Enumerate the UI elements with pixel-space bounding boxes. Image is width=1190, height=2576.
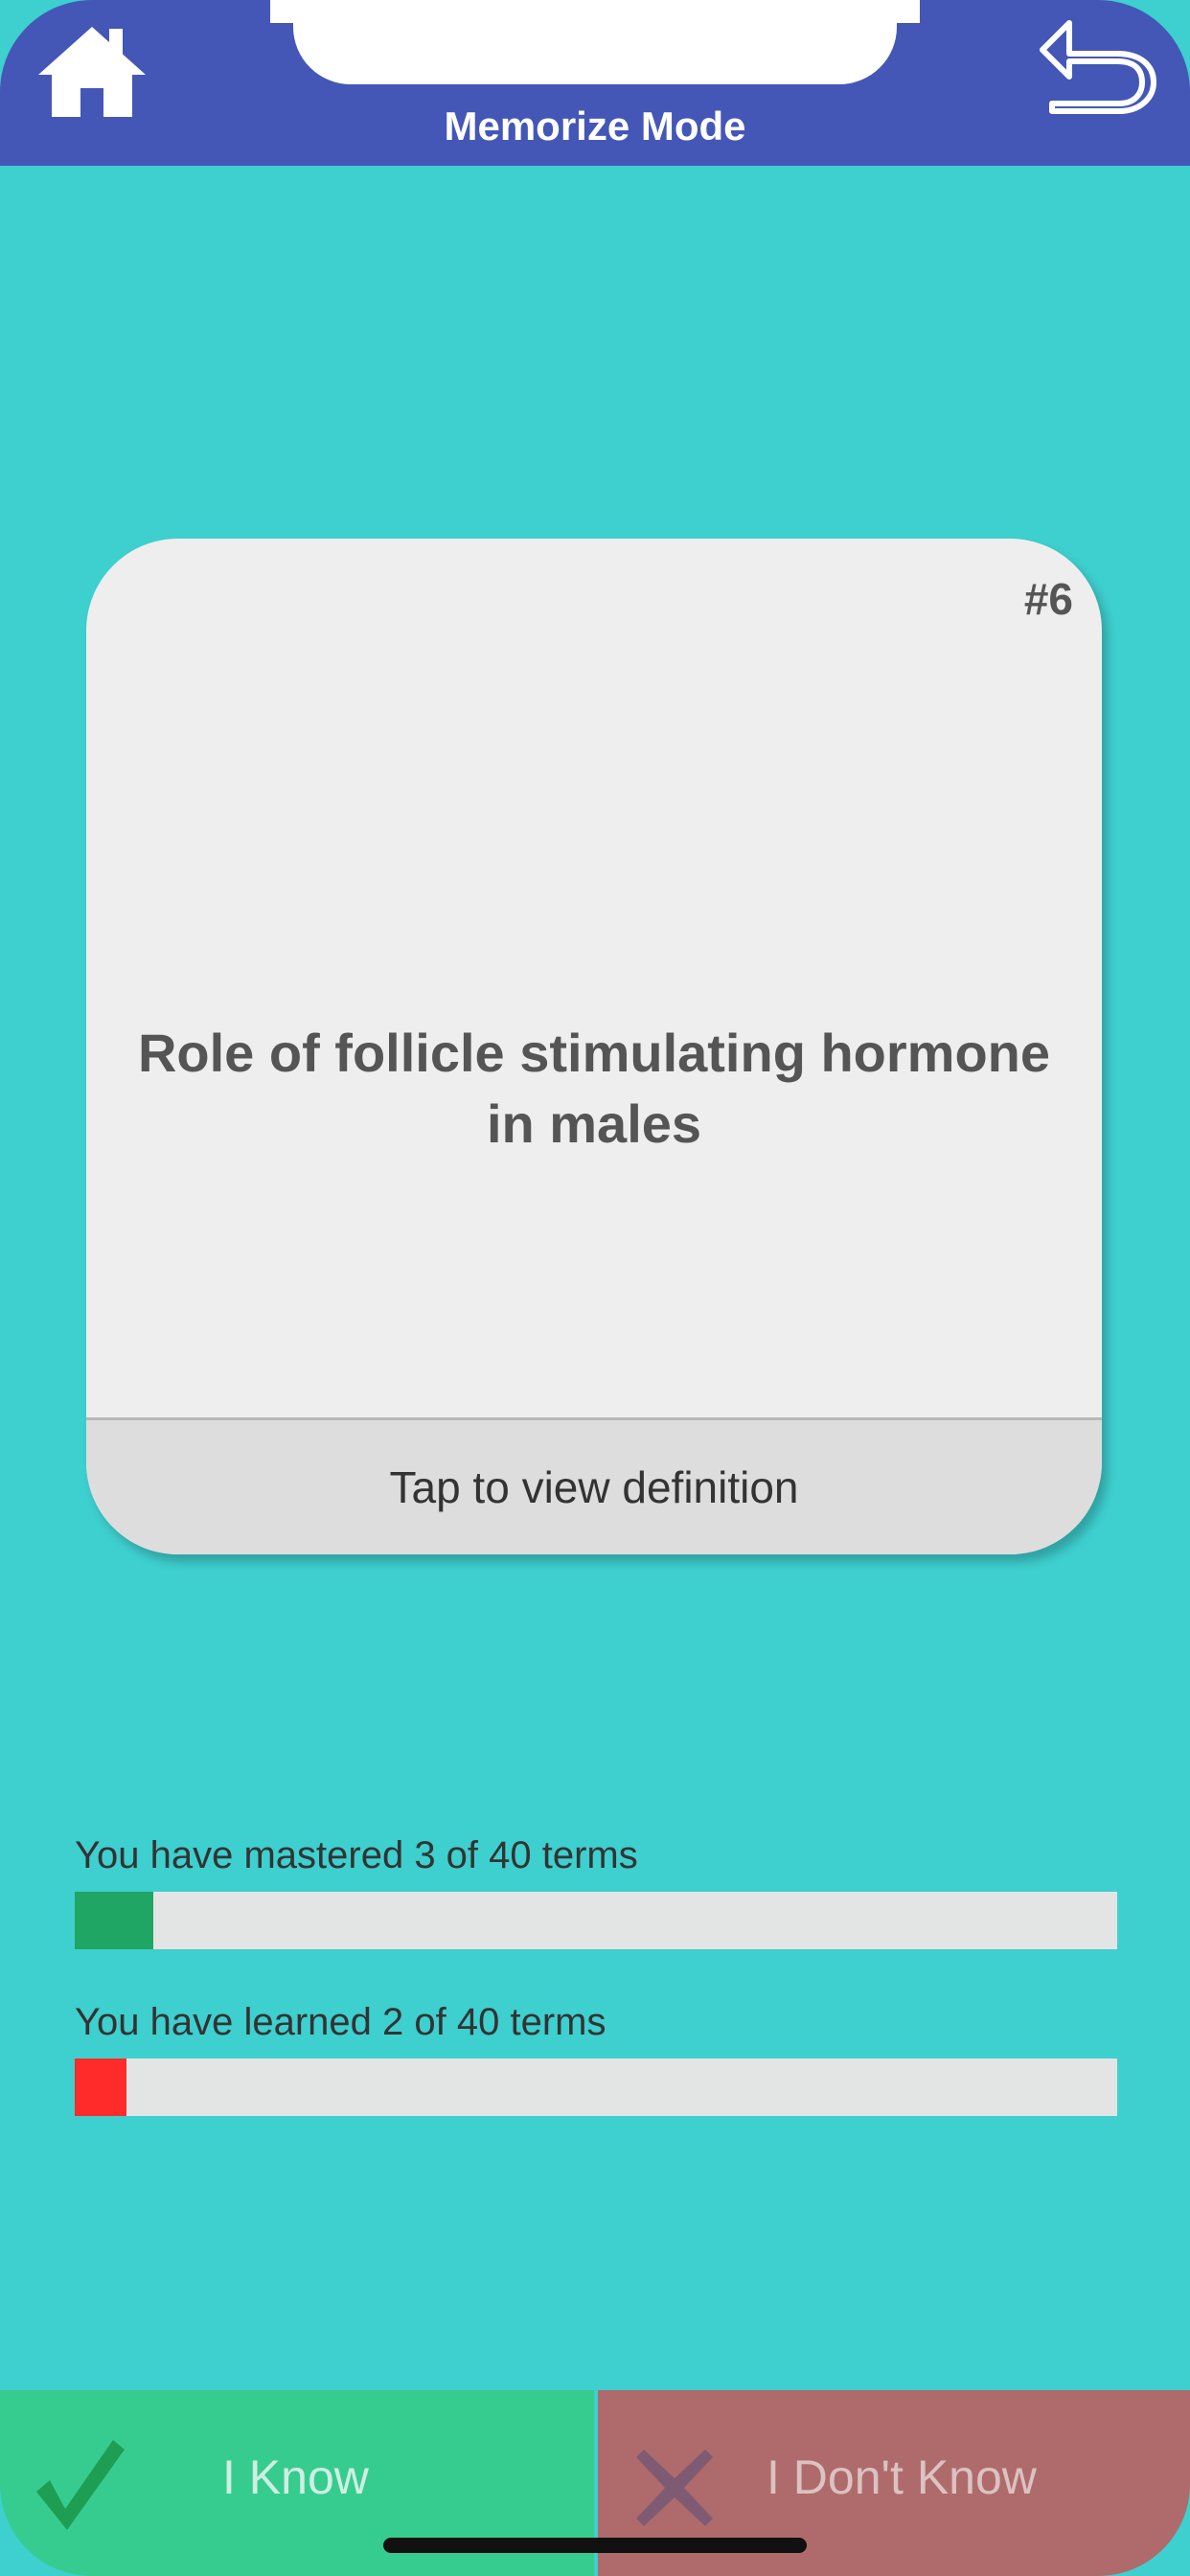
mastered-progress-fill <box>75 1892 153 1949</box>
home-indicator[interactable] <box>383 2538 807 2553</box>
learned-progress-bar <box>75 2058 1117 2116</box>
device-notch <box>270 0 920 84</box>
checkmark-icon <box>36 2440 125 2530</box>
page-title: Memorize Mode <box>444 104 746 149</box>
view-definition-button[interactable]: Tap to view definition <box>86 1417 1102 1554</box>
i-dont-know-label: I Don't Know <box>767 2450 1037 2504</box>
learned-progress-fill <box>75 2058 127 2116</box>
mastered-progress-label: You have mastered 3 of 40 terms <box>75 1834 638 1876</box>
x-mark-icon <box>636 2450 713 2526</box>
learned-progress-label: You have learned 2 of 40 terms <box>75 2001 606 2043</box>
mastered-progress-bar <box>75 1892 1117 1949</box>
top-bar: Memorize Mode <box>0 0 1190 166</box>
i-know-label: I Know <box>222 2450 369 2504</box>
card-term: Role of follicle stimulating hormone in … <box>137 1023 1051 1154</box>
app-screen: Memorize Mode #6 Role of follicle stimul… <box>0 0 1190 2576</box>
card-number: #6 <box>1023 574 1073 624</box>
flashcard[interactable]: #6 Role of follicle stimulating hormone … <box>86 539 1102 1554</box>
